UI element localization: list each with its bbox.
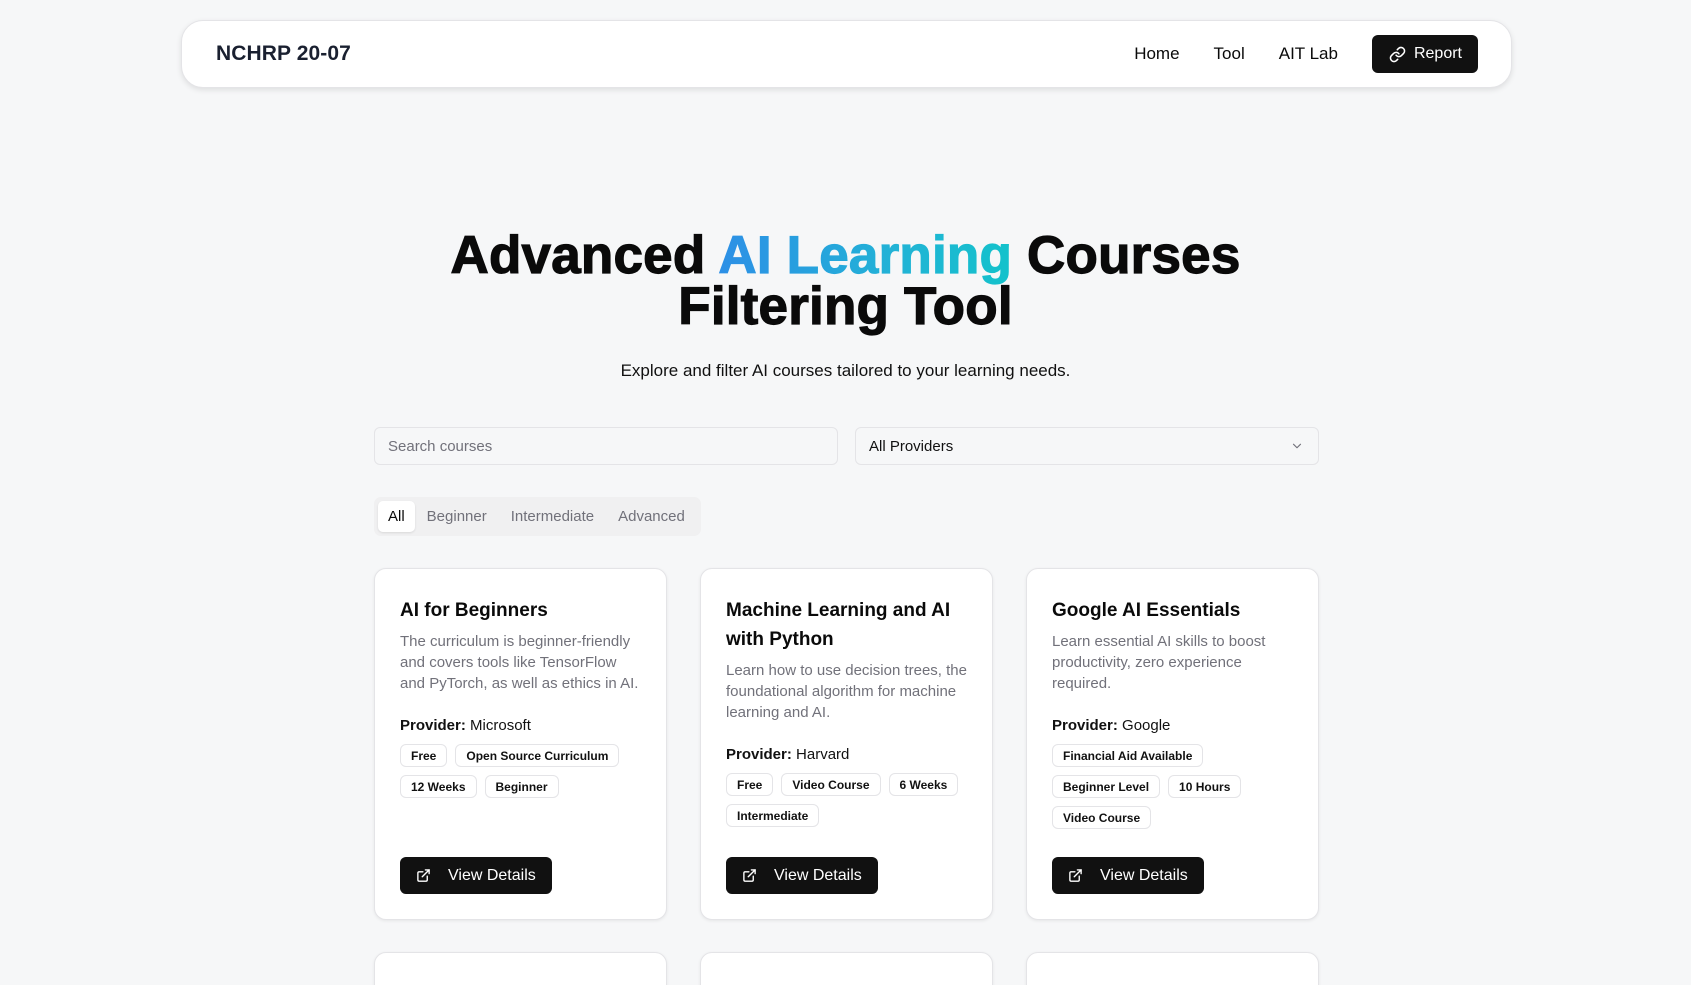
tag: Video Course: [1052, 806, 1152, 829]
course-card: [374, 952, 667, 985]
brand-logo[interactable]: NCHRP 20-07: [216, 42, 351, 66]
level-tabs: All Beginner Intermediate Advanced: [374, 497, 701, 536]
course-card: [700, 952, 993, 985]
course-description: The curriculum is beginner-friendly and …: [400, 633, 639, 692]
search-input[interactable]: [374, 427, 838, 465]
view-details-button[interactable]: View Details: [1052, 857, 1204, 894]
course-tags: Free Open Source Curriculum 12 Weeks Beg…: [400, 744, 641, 806]
report-button[interactable]: Report: [1371, 35, 1478, 73]
course-tags: Financial Aid Available Beginner Level 1…: [1052, 744, 1293, 837]
nav-link-ait-lab[interactable]: AIT Lab: [1279, 44, 1338, 64]
view-details-label: View Details: [1100, 866, 1188, 884]
tag: Financial Aid Available: [1052, 744, 1204, 767]
nav-links: Home Tool AIT Lab Report: [1134, 35, 1478, 73]
course-description: Learn essential AI skills to boost produ…: [1052, 633, 1266, 692]
tab-intermediate[interactable]: Intermediate: [499, 501, 606, 532]
tab-all[interactable]: All: [378, 501, 415, 532]
course-description: Learn how to use decision trees, the fou…: [726, 662, 967, 721]
view-details-label: View Details: [448, 866, 536, 884]
provider-label: Provider:: [726, 746, 792, 763]
provider-select-value: All Providers: [869, 437, 954, 455]
course-provider: Provider: Google: [1052, 716, 1293, 736]
page-subtitle: Explore and filter AI courses tailored t…: [620, 361, 1071, 380]
external-link-icon: [743, 869, 756, 882]
tag: Beginner: [484, 775, 559, 798]
page-title: Advanced AI Learning Courses Filtering To…: [0, 228, 1691, 333]
view-details-button[interactable]: View Details: [726, 857, 878, 894]
provider-name: Google: [1122, 717, 1171, 734]
course-card: [1026, 952, 1319, 985]
course-card: Google AI Essentials Learn essential AI …: [1026, 568, 1319, 920]
tag: Video Course: [781, 773, 881, 796]
tag: 10 Hours: [1168, 775, 1242, 798]
tag: Intermediate: [726, 804, 820, 827]
provider-name: Harvard: [796, 746, 850, 763]
provider-select[interactable]: All Providers: [855, 427, 1319, 465]
view-details-button[interactable]: View Details: [400, 857, 552, 894]
course-title: Google AI Essentials: [1052, 600, 1241, 621]
tag: Beginner Level: [1052, 775, 1161, 798]
view-details-label: View Details: [774, 866, 862, 884]
tab-beginner[interactable]: Beginner: [415, 501, 499, 532]
navbar: NCHRP 20-07 Home Tool AIT Lab Report: [181, 20, 1512, 88]
provider-name: Microsoft: [470, 717, 531, 734]
provider-label: Provider:: [400, 717, 466, 734]
nav-link-home[interactable]: Home: [1134, 44, 1179, 64]
tab-advanced[interactable]: Advanced: [606, 501, 697, 532]
course-card: Machine Learning and AI with Python Lear…: [700, 568, 993, 920]
provider-label: Provider:: [1052, 717, 1118, 734]
title-part2: Courses: [1012, 226, 1241, 285]
title-line2: Filtering Tool: [678, 277, 1013, 336]
link-icon: [1389, 46, 1406, 62]
course-title: Machine Learning and AI with Python: [726, 600, 951, 650]
tag: 6 Weeks: [888, 773, 959, 796]
tag: Free: [726, 773, 774, 796]
course-provider: Provider: Microsoft: [400, 716, 641, 736]
report-button-label: Report: [1413, 45, 1462, 62]
chevron-down-icon: [1292, 443, 1302, 449]
external-link-icon: [1069, 869, 1082, 882]
course-card: AI for Beginners The curriculum is begin…: [374, 568, 667, 920]
tag: 12 Weeks: [400, 775, 477, 798]
tag: Open Source Curriculum: [455, 744, 620, 767]
course-tags: Free Video Course 6 Weeks Intermediate: [726, 773, 967, 835]
external-link-icon: [417, 869, 430, 882]
course-provider: Provider: Harvard: [726, 745, 967, 765]
nav-link-tool[interactable]: Tool: [1214, 44, 1245, 64]
course-title: AI for Beginners: [400, 600, 548, 621]
tag: Free: [400, 744, 448, 767]
